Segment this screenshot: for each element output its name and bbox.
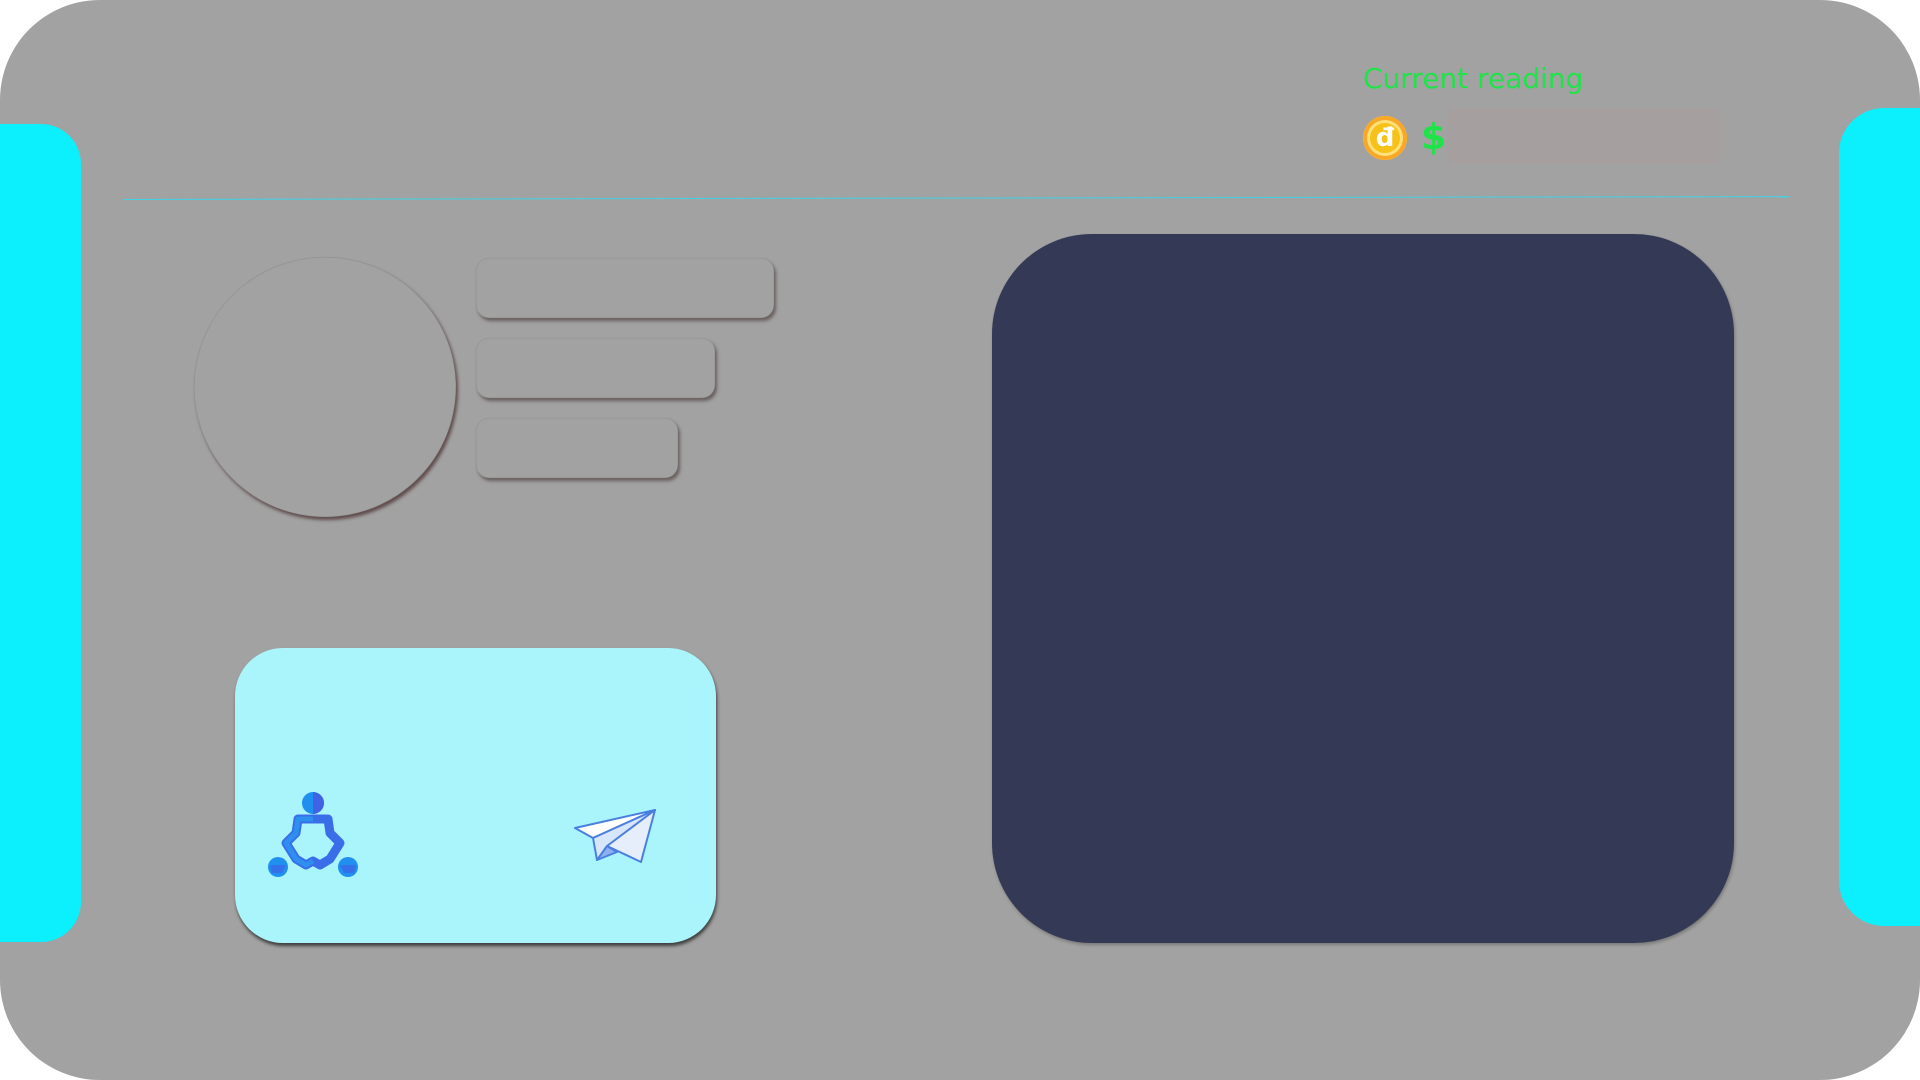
display-screen [992,234,1734,943]
reading-value-field [1447,108,1721,164]
current-reading-label: Current reading [1363,62,1584,95]
device-frame: Current reading đ $ [0,0,1920,1080]
profile-field-3[interactable] [476,418,678,478]
header-divider [123,196,1789,200]
profile-field-1[interactable] [476,258,774,318]
coin-icon: đ [1363,116,1407,160]
left-side-panel [0,124,81,942]
profile-field-2[interactable] [476,338,715,398]
action-card [235,648,716,943]
currency-symbol: $ [1421,117,1447,158]
paper-plane-icon[interactable] [573,808,657,866]
avatar[interactable] [194,257,456,517]
right-side-panel [1839,108,1920,926]
team-icon[interactable] [266,791,360,877]
